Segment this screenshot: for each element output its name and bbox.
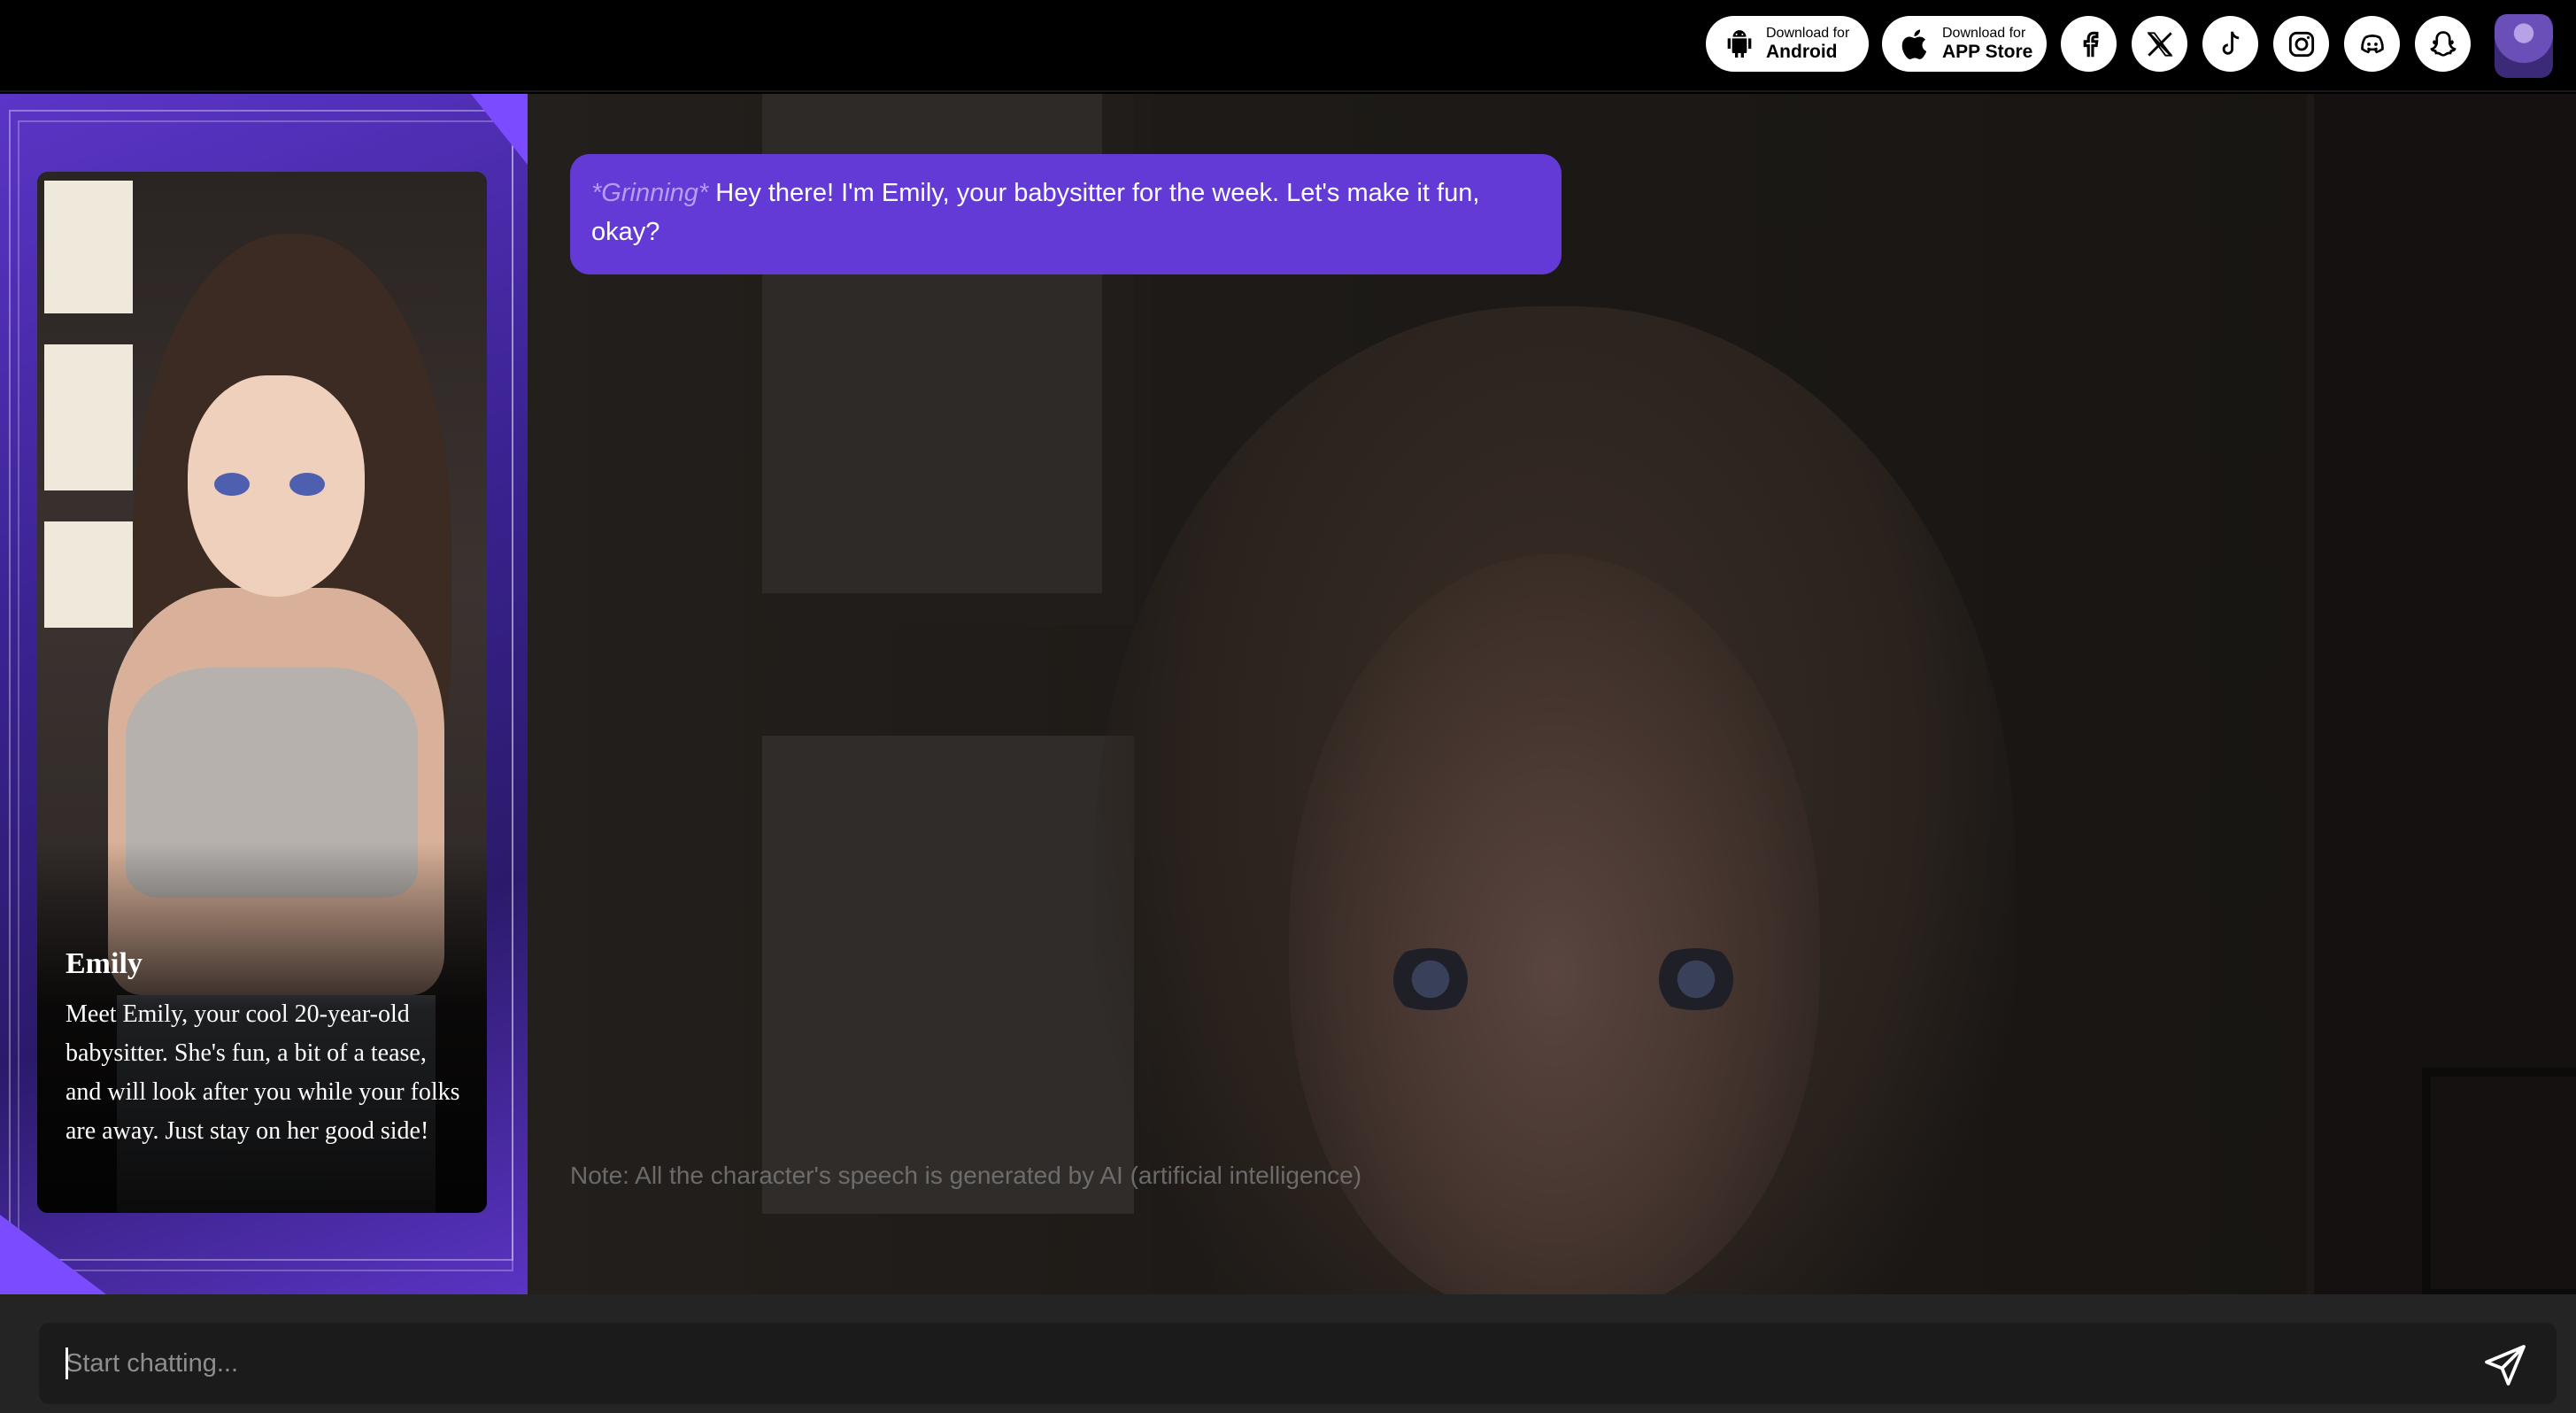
character-card: Emily Meet Emily, your cool 20-year-old …	[37, 172, 487, 1213]
snapchat-icon	[2429, 30, 2456, 57]
facebook-icon	[2083, 31, 2099, 57]
chat-input[interactable]	[66, 1323, 2456, 1404]
download-appstore-button[interactable]: Download for APP Store	[1882, 16, 2047, 72]
snapchat-button[interactable]	[2415, 16, 2471, 72]
ai-disclaimer-note: Note: All the character's speech is gene…	[570, 1162, 1362, 1189]
message-action: *Grinning*	[591, 179, 709, 207]
discord-button[interactable]	[2344, 16, 2400, 72]
send-icon	[2485, 1345, 2526, 1386]
character-description: Meet Emily, your cool 20-year-old babysi…	[66, 1000, 460, 1145]
android-icon	[1727, 29, 1752, 58]
top-bar: Download for Android Download for APP St…	[0, 0, 2576, 92]
character-message: *Grinning* Hey there! I'm Emily, your ba…	[570, 154, 1562, 274]
tiktok-button[interactable]	[2202, 16, 2258, 72]
x-button[interactable]	[2132, 16, 2187, 72]
download-android-button[interactable]: Download for Android	[1706, 16, 1869, 72]
instagram-icon	[2288, 31, 2314, 57]
user-avatar[interactable]	[2495, 14, 2553, 78]
character-panel: Emily Meet Emily, your cool 20-year-old …	[0, 94, 528, 1294]
chat-input-bar	[0, 1294, 2576, 1413]
x-icon	[2146, 31, 2173, 57]
send-button[interactable]	[2480, 1340, 2530, 1390]
android-label: Android	[1766, 41, 1838, 62]
instagram-button[interactable]	[2273, 16, 2329, 72]
message-text: Hey there! I'm Emily, your babysitter fo…	[591, 179, 1480, 246]
character-name: Emily	[66, 947, 143, 980]
appstore-caption: Download for	[1942, 26, 2026, 42]
apple-icon	[1901, 28, 1927, 59]
appstore-label: APP Store	[1942, 41, 2033, 62]
tiktok-icon	[2222, 30, 2239, 55]
discord-icon	[2360, 34, 2384, 53]
text-caret	[66, 1347, 68, 1379]
facebook-button[interactable]	[2061, 16, 2117, 72]
chat-input-container	[39, 1323, 2557, 1404]
android-caption: Download for	[1766, 26, 1850, 42]
